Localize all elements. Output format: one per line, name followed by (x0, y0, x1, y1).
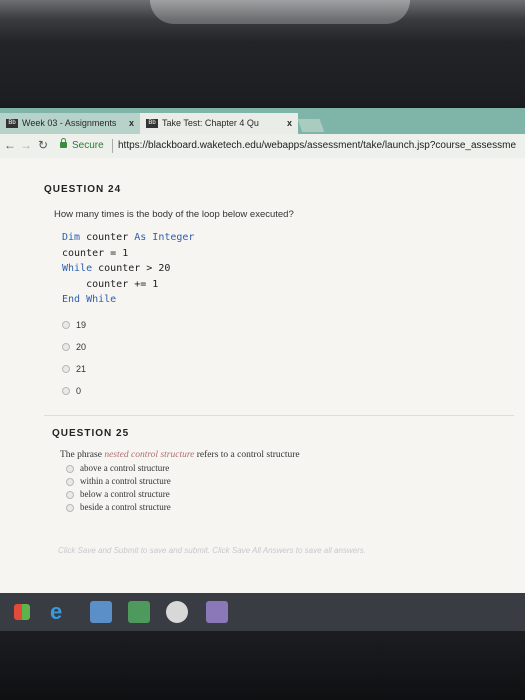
app-icon[interactable] (206, 601, 228, 623)
radio-option-21[interactable] (62, 365, 70, 373)
tab-take-test[interactable]: Bb Take Test: Chapter 4 Qu x (140, 113, 298, 134)
option-label-above: above a control structure (80, 463, 170, 473)
test-page: QUESTION 24 How many times is the body o… (0, 158, 525, 593)
url-field[interactable]: https://blackboard.waketech.edu/webapps/… (118, 140, 523, 151)
code-line-2: counter = 1 (62, 247, 129, 259)
lock-icon (60, 138, 67, 148)
question-divider (44, 415, 514, 416)
option-label-beside: beside a control structure (80, 502, 171, 512)
question-25-prompt: The phrase nested control structure refe… (60, 450, 300, 460)
option-label-19: 19 (76, 320, 87, 330)
address-bar: ← → ↻ Secure https://blackboard.waketech… (0, 134, 525, 159)
radio-option-above[interactable] (66, 465, 74, 473)
windows-taskbar: e (0, 593, 525, 631)
back-arrow-icon[interactable]: ← (4, 138, 16, 152)
code-line-5: End While (62, 294, 117, 305)
secure-label: Secure (72, 140, 104, 151)
internet-explorer-icon[interactable]: e (50, 601, 72, 623)
radio-option-0[interactable] (62, 387, 70, 395)
chrome-icon[interactable] (166, 601, 188, 623)
blackboard-favicon-icon: Bb (6, 119, 18, 128)
start-icon[interactable] (14, 604, 30, 620)
option-label-0: 0 (76, 386, 82, 396)
file-explorer-icon[interactable] (90, 601, 112, 623)
radio-option-20[interactable] (62, 343, 70, 351)
save-submit-hint: Click Save and Submit to save and submit… (58, 546, 366, 555)
code-line-1: Dim counter As Integer (62, 232, 195, 243)
question-25-title: QUESTION 25 (52, 428, 130, 439)
code-line-4: counter += 1 (62, 278, 159, 290)
radio-option-19[interactable] (62, 321, 70, 329)
code-line-3: While counter > 20 (62, 263, 171, 274)
forward-arrow-icon[interactable]: → (20, 138, 32, 152)
option-label-below: below a control structure (80, 489, 170, 499)
blackboard-favicon-icon: Bb (146, 119, 158, 128)
window-glare (150, 0, 410, 24)
store-icon[interactable] (128, 601, 150, 623)
tab-week03-assignments[interactable]: Bb Week 03 - Assignments x (0, 113, 140, 134)
option-label-21: 21 (76, 364, 87, 374)
tab-bar: Bb Week 03 - Assignments x Bb Take Test:… (0, 108, 525, 134)
address-divider (112, 139, 113, 153)
monitor-bezel-bottom (0, 631, 525, 700)
option-label-within: within a control structure (80, 476, 171, 486)
browser-window: Bb Week 03 - Assignments x Bb Take Test:… (0, 108, 525, 593)
radio-option-below[interactable] (66, 491, 74, 499)
code-block: Dim counter As Integer counter = 1 While… (62, 230, 194, 308)
tab-close-icon[interactable]: x (287, 113, 292, 134)
reload-icon[interactable]: ↻ (38, 138, 48, 152)
option-label-20: 20 (76, 342, 87, 352)
new-tab-button[interactable] (297, 119, 325, 132)
tab-label: Week 03 - Assignments (22, 118, 117, 128)
radio-option-beside[interactable] (66, 504, 74, 512)
radio-option-within[interactable] (66, 478, 74, 486)
tab-label: Take Test: Chapter 4 Qu (162, 118, 259, 128)
question-24-prompt: How many times is the body of the loop b… (54, 209, 294, 220)
tab-close-icon[interactable]: x (129, 113, 134, 134)
question-24-title: QUESTION 24 (44, 184, 122, 195)
